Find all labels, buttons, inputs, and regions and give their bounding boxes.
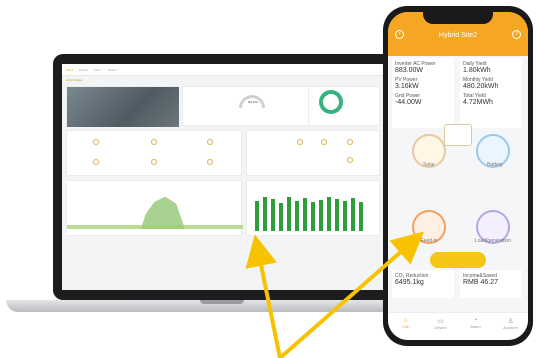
phone-notch [423, 12, 493, 24]
site-photo-card [66, 86, 179, 127]
stats-left: Inverter AC Power 883.00W PV Power 3.16k… [392, 58, 454, 128]
energy-flow-card [246, 130, 380, 176]
product-showcase: Plant Device Alarm Report Hybrid Sites 8… [0, 0, 536, 358]
metric-icon [207, 159, 213, 165]
site-photo [67, 87, 179, 127]
load-label: Load/generation [474, 238, 512, 244]
flow-node-icon [347, 157, 353, 163]
stat-value: 883.00W [395, 67, 424, 74]
power-button[interactable] [430, 252, 486, 268]
power-gauge-card: 883.00W [182, 86, 322, 126]
bar [319, 200, 323, 231]
metric-icon [151, 139, 157, 145]
bar [327, 197, 331, 231]
meter-icon [444, 124, 472, 146]
site-title: Hybrid Site2 [438, 32, 478, 39]
flow-node-icon [321, 139, 327, 145]
battery-label: Battery [487, 162, 503, 168]
bar [335, 199, 339, 231]
dashboard-subnav: Hybrid Sites [66, 78, 83, 82]
account-icon: ♙ [507, 318, 514, 325]
nav-item-plant[interactable]: Plant [66, 68, 73, 72]
nav-item-device[interactable]: Device [79, 68, 88, 72]
arrow-to-laptop [245, 234, 282, 358]
arrow-to-phone [278, 231, 425, 358]
metric-icon [207, 139, 213, 145]
nav-item-report[interactable]: Report [108, 68, 117, 72]
efficiency-ring [319, 90, 343, 114]
yield-baseline [67, 225, 243, 229]
stat-value: 3.16kW [395, 83, 419, 90]
yield-chart-card [66, 180, 243, 236]
stat-value: -44.00W [395, 99, 422, 106]
bar [359, 202, 363, 231]
metric-icon [151, 159, 157, 165]
stats-right: Daily Yield 1.80kWh Monthly Yield 480.20… [460, 58, 522, 128]
bar [311, 202, 315, 231]
metric-icon [93, 159, 99, 165]
yield-area [141, 196, 185, 229]
solar-label: Solar [423, 162, 435, 168]
stat-value: 480.20kWh [463, 83, 499, 90]
bar [263, 197, 267, 231]
income-value: RMB 46.27 [463, 279, 499, 286]
history-chart-card [246, 180, 380, 236]
bar [255, 201, 259, 231]
bar [271, 199, 275, 231]
stat-value: 4.72MWh [463, 99, 493, 106]
bar [351, 198, 355, 231]
alarm-icon: ◔ [473, 317, 478, 324]
tab-alarm[interactable]: ◔ Alarm [458, 313, 493, 340]
flow-node-icon [297, 139, 303, 145]
bar [287, 197, 291, 231]
tab-account[interactable]: ♙ Account [493, 313, 528, 340]
bar [343, 201, 347, 231]
flow-node-icon [347, 139, 353, 145]
bar [279, 203, 283, 231]
income-card: Income&Saved RMB 46.27 [460, 270, 522, 298]
gauge-readout: 883.00W [247, 101, 258, 104]
efficiency-card [308, 86, 380, 126]
nav-item-alarm[interactable]: Alarm [94, 68, 102, 72]
callout-arrows [245, 231, 425, 358]
history-bars [255, 191, 373, 231]
bar [303, 198, 307, 231]
tab-device[interactable]: ▭ Device [423, 313, 458, 340]
help-icon[interactable]: ? [512, 30, 521, 39]
metric-icon [93, 139, 99, 145]
metrics-card [66, 130, 242, 176]
bar [295, 201, 299, 231]
device-icon: ▭ [437, 318, 444, 325]
dashboard-nav: Plant Device Alarm Report [62, 64, 384, 76]
stat-value: 1.80kWh [463, 67, 491, 74]
